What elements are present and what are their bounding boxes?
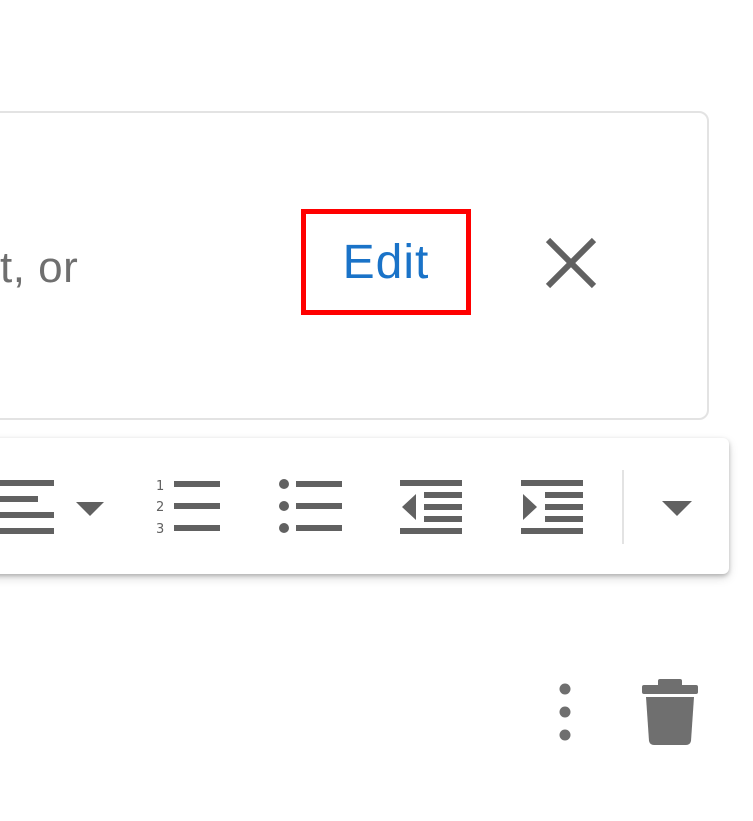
numbered-list-icon: 1 2 3 [156,479,220,537]
svg-text:1: 1 [156,479,164,494]
page: t, or Edit 1 2 3 [0,0,753,821]
close-button[interactable] [540,232,602,294]
increase-indent-icon [521,480,583,534]
edit-button[interactable]: Edit [301,209,471,315]
toolbar-divider [622,470,624,544]
align-left-dropdown-icon [0,480,104,534]
more-options-chevron-icon [662,501,692,516]
numbered-list-button[interactable]: 1 2 3 [156,478,222,537]
increase-indent-button[interactable] [521,478,585,536]
decrease-indent-icon [400,480,462,534]
more-actions-button[interactable] [545,678,585,748]
more-vert-icon [559,683,571,741]
info-card-text: t, or [0,243,79,292]
bulleted-list-icon [279,479,342,533]
edit-button-label: Edit [342,235,430,289]
svg-text:3: 3 [156,522,164,536]
align-dropdown-button[interactable] [0,478,110,536]
formatting-toolbar: 1 2 3 [0,438,729,574]
close-icon [545,237,597,289]
delete-button[interactable] [634,675,706,749]
svg-text:2: 2 [156,500,164,515]
trash-icon [642,679,698,745]
decrease-indent-button[interactable] [400,478,464,536]
more-formatting-button[interactable] [654,490,700,524]
bulleted-list-button[interactable] [278,478,344,536]
